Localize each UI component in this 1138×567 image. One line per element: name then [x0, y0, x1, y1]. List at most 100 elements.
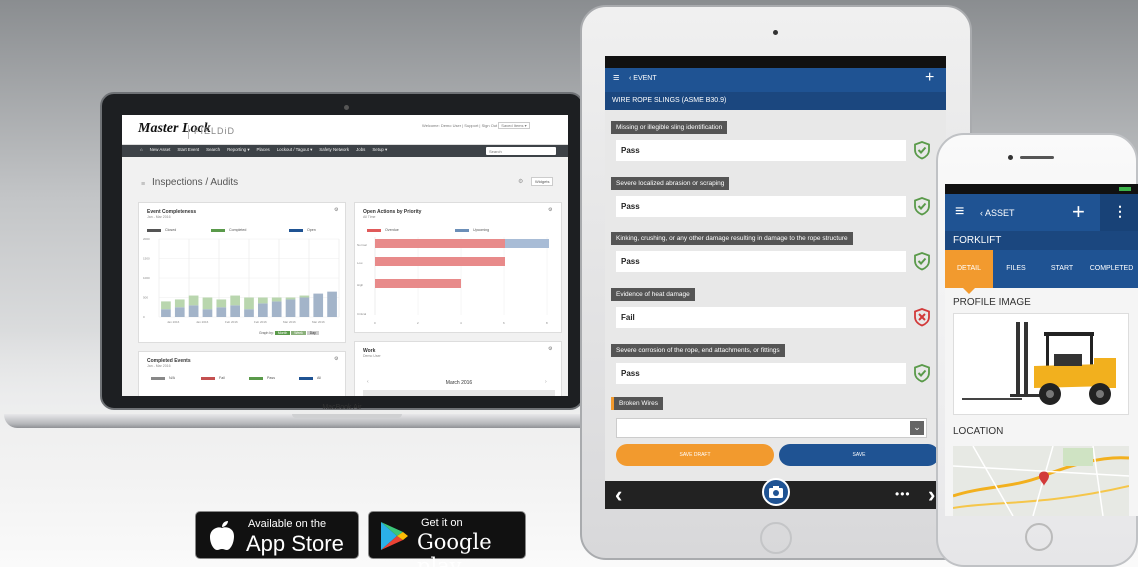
camera-button[interactable] — [762, 478, 790, 506]
card-gear-icon[interactable]: ⚙ — [548, 346, 552, 352]
tab-files[interactable]: FILES — [993, 250, 1039, 288]
nav-safety-network[interactable]: Safety Network — [319, 147, 349, 152]
laptop-notch — [292, 414, 402, 418]
nav-reporting[interactable]: Reporting ▾ — [227, 147, 249, 152]
chevron-left-icon[interactable]: ‹ — [615, 482, 622, 508]
graph-week-button[interactable]: Week — [291, 331, 306, 335]
bar-normal-upcoming — [505, 239, 549, 248]
tablet-header: ≡ ‹ EVENT + — [605, 68, 946, 92]
gear-icon[interactable]: ⚙ — [518, 178, 523, 185]
work-card: Work Demo User ⚙ March 2016 ‹ › — [354, 341, 562, 396]
ylabel-high: High — [357, 283, 364, 287]
card-gear-icon[interactable]: ⚙ — [548, 207, 552, 213]
legend-completed: Completed — [211, 228, 246, 232]
graph-day-button[interactable]: Day — [306, 331, 319, 335]
chevron-right-icon[interactable]: › — [928, 482, 935, 508]
card-range: All Time — [363, 215, 376, 219]
profile-image[interactable] — [953, 313, 1129, 415]
bar-completed — [216, 299, 227, 308]
item-result-field[interactable]: Pass — [616, 196, 906, 217]
chevron-down-icon: ⌄ — [910, 421, 924, 435]
tab-start[interactable]: START — [1039, 250, 1085, 288]
x-tick-label: Mar 2016 — [283, 320, 296, 324]
save-button[interactable]: SAVE — [779, 444, 939, 466]
laptop-screen: Master Lock FIELDiD Welcome: Demo User |… — [122, 115, 568, 396]
back-button[interactable]: ‹ ASSET — [980, 208, 1015, 218]
fail-shield-icon[interactable] — [912, 307, 932, 327]
bar-completed — [161, 301, 171, 310]
add-icon[interactable]: + — [1072, 199, 1085, 225]
item-result-field[interactable]: Pass — [616, 140, 906, 161]
page-title: Inspections / Audits — [152, 177, 239, 188]
back-button[interactable]: ‹ EVENT — [629, 75, 657, 82]
app-store-top-text: Available on the — [248, 518, 327, 530]
nav-jobs[interactable]: Jobs — [356, 147, 365, 152]
bar-closed — [313, 293, 324, 317]
widgets-button[interactable]: Widgets — [531, 177, 554, 186]
legend-pass: Pass — [249, 376, 275, 380]
item-label: Missing or illegible sling identificatio… — [611, 121, 728, 134]
open-actions-chart: Normal Low High Critical 0 2 4 6 8 — [357, 237, 549, 325]
calendar-next-icon[interactable]: › — [545, 379, 547, 385]
saved-items-button[interactable]: Saved Items ▾ — [498, 122, 530, 129]
card-gear-icon[interactable]: ⚙ — [334, 356, 338, 362]
card-gear-icon[interactable]: ⚙ — [334, 207, 338, 213]
tab-completed[interactable]: COMPLETED — [1085, 250, 1138, 288]
menu-icon[interactable]: ≡ — [613, 72, 619, 84]
pass-shield-icon[interactable] — [912, 363, 932, 383]
ylabel-normal: Normal — [357, 243, 367, 247]
nav-setup[interactable]: Setup ▾ — [372, 147, 387, 152]
x-tick-label: Feb 2016 — [254, 320, 267, 324]
broken-wires-select[interactable]: ⌄ — [616, 418, 927, 438]
bar-closed — [174, 307, 185, 317]
camera-icon — [769, 486, 783, 498]
xlabel-4: 4 — [460, 321, 462, 325]
app-store-bottom-text: App Store — [246, 531, 344, 556]
app-store-badge[interactable]: Available on the App Store — [195, 511, 359, 559]
add-icon[interactable]: + — [925, 69, 934, 87]
item-result-field[interactable]: Pass — [616, 363, 906, 384]
xlabel-8: 8 — [546, 321, 548, 325]
graph-month-button[interactable]: Month — [274, 331, 291, 335]
phone-speaker — [1020, 156, 1054, 159]
welcome-bar[interactable]: Welcome: Demo User | Support | Sign Out … — [422, 122, 530, 129]
nav-start-event[interactable]: Start Event — [177, 147, 199, 152]
item-result-field[interactable]: Pass — [616, 251, 906, 272]
google-play-badge[interactable]: Get it on Google play — [368, 511, 526, 567]
bar-normal-overdue — [375, 239, 505, 248]
bar-closed — [202, 309, 213, 317]
save-draft-button[interactable]: SAVE DRAFT — [616, 444, 774, 466]
nav-new-asset[interactable]: New Asset — [150, 147, 171, 152]
bar-closed — [244, 309, 254, 317]
nav-search[interactable]: Search — [206, 147, 220, 152]
item-result-field[interactable]: Fail — [616, 307, 906, 328]
calendar-prev-icon[interactable]: ‹ — [367, 379, 369, 385]
nav-home-icon[interactable]: ⌂ — [140, 147, 143, 152]
pass-shield-icon[interactable] — [912, 196, 932, 216]
pass-shield-icon[interactable] — [912, 140, 932, 160]
calendar-month: March 2016 — [445, 380, 473, 386]
x-tick-label: Feb 2016 — [225, 320, 238, 324]
laptop-model-label: MacBook Air — [322, 404, 362, 411]
asset-tabs: DETAIL FILES START COMPLETED — [945, 250, 1138, 288]
pass-shield-icon[interactable] — [912, 251, 932, 271]
xlabel-2: 2 — [417, 321, 419, 325]
phone-screen: ≡ ‹ ASSET + ⋮ FORKLIFT DETAIL FILES STAR… — [945, 184, 1138, 516]
legend-upcoming: Upcoming — [455, 228, 489, 232]
menu-icon[interactable]: ≡ — [955, 203, 964, 221]
nav-lockout-tagout[interactable]: Lockout / Tagout ▾ — [277, 147, 313, 152]
location-map[interactable] — [952, 445, 1130, 516]
kebab-icon[interactable]: ⋮ — [1113, 203, 1127, 220]
tablet-camera — [773, 30, 778, 35]
x-tick-label: Mar 2016 — [312, 320, 325, 324]
bar-closed — [327, 291, 337, 317]
nav-places[interactable]: Places — [257, 147, 270, 152]
item-label: Evidence of heat damage — [611, 288, 695, 301]
xlabel-0: 0 — [374, 321, 376, 325]
legend-closed: Closed — [147, 228, 176, 232]
search-input[interactable] — [486, 147, 556, 155]
more-icon[interactable]: ••• — [895, 487, 911, 501]
tab-detail[interactable]: DETAIL — [945, 250, 993, 288]
bar-closed — [258, 303, 268, 317]
google-play-icon — [381, 522, 408, 550]
